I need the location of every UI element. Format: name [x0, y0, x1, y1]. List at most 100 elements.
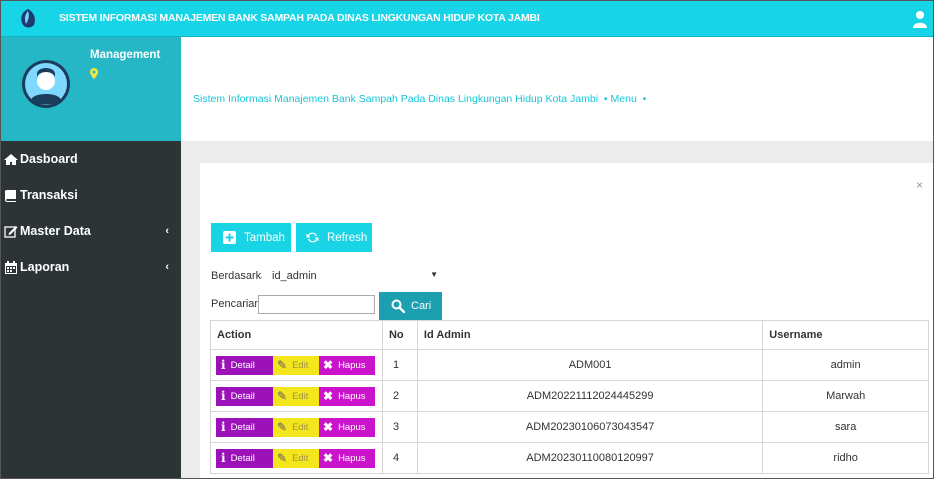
- sidebar-item-label: Master Data: [20, 224, 91, 238]
- plus-square-icon: [223, 231, 236, 244]
- edit-button[interactable]: ✎ Edit: [273, 448, 319, 468]
- search-button-label: Cari: [411, 300, 432, 312]
- edit-icon: ✎: [277, 420, 288, 434]
- profile-name: Management: [90, 49, 161, 61]
- chevron-left-icon: ‹: [165, 261, 169, 273]
- edit-button-label: Edit: [292, 390, 309, 402]
- delete-button-label: Hapus: [338, 421, 366, 433]
- refresh-button-label: Refresh: [327, 231, 368, 244]
- delete-button[interactable]: ✖ Hapus: [319, 355, 375, 375]
- close-icon[interactable]: ×: [916, 178, 923, 192]
- delete-button-label: Hapus: [338, 359, 366, 371]
- column-header-no: No: [381, 320, 418, 350]
- id-admin-cell: ADM20221112024445299: [416, 380, 764, 412]
- id-admin-cell: ADM001: [416, 349, 764, 381]
- search-icon: [391, 299, 405, 313]
- breadcrumb-home[interactable]: Sistem Informasi Manajemen Bank Sampah P…: [193, 93, 598, 105]
- sidebar-item-laporan[interactable]: Laporan ‹: [1, 249, 181, 285]
- chevron-down-icon: ▼: [430, 270, 438, 279]
- edit-button[interactable]: ✎ Edit: [273, 417, 319, 437]
- edit-button-label: Edit: [292, 452, 309, 464]
- home-icon: [4, 153, 18, 165]
- user-icon[interactable]: [913, 10, 927, 28]
- edit-icon: ✎: [277, 389, 288, 403]
- edit-button-label: Edit: [292, 359, 309, 371]
- detail-button[interactable]: i Detail: [216, 355, 273, 375]
- edit-button-label: Edit: [292, 421, 309, 433]
- refresh-icon: [306, 232, 319, 243]
- sidebar-item-label: Laporan: [20, 260, 70, 274]
- close-icon: ✖: [323, 451, 334, 465]
- username-cell: ridho: [762, 442, 929, 474]
- add-button[interactable]: Tambah: [211, 223, 291, 252]
- close-icon: ✖: [323, 420, 334, 434]
- avatar: [22, 60, 70, 108]
- sidebar-item-label: Transaksi: [20, 188, 78, 202]
- book-icon: [5, 189, 16, 202]
- id-admin-cell: ADM20230106073043547: [416, 411, 764, 443]
- delete-button[interactable]: ✖ Hapus: [319, 448, 375, 468]
- admin-table: Action No Id Admin Username i Detail ✎ Edit…: [210, 320, 929, 474]
- username-cell: Marwah: [762, 380, 929, 412]
- info-icon: i: [221, 420, 226, 434]
- edit-icon: ✎: [277, 358, 288, 372]
- column-header-action: Action: [210, 320, 383, 350]
- chevron-left-icon: ‹: [165, 225, 169, 237]
- detail-button[interactable]: i Detail: [216, 417, 273, 437]
- detail-button-label: Detail: [230, 359, 255, 371]
- search-button[interactable]: Cari: [379, 292, 442, 320]
- edit-button[interactable]: ✎ Edit: [273, 386, 319, 406]
- breadcrumb-menu[interactable]: Menu: [611, 93, 637, 105]
- sidebar-item-dasboard[interactable]: Dasboard: [1, 141, 181, 177]
- username-cell: sara: [762, 411, 929, 443]
- info-icon: i: [221, 389, 226, 403]
- sidebar: Management Dasboard Transaksi Master Dat…: [1, 37, 181, 478]
- edit-button[interactable]: ✎ Edit: [273, 355, 319, 375]
- map-pin-icon: [90, 68, 98, 79]
- column-header-id-admin: Id Admin: [416, 320, 764, 350]
- admin-panel: × Tambah Refresh Berdasarkan: id_admin ▼…: [200, 163, 933, 478]
- id-admin-cell: ADM20230110080120997: [416, 442, 764, 474]
- table-header-row: Action No Id Admin Username: [210, 320, 929, 350]
- top-bar: SISTEM INFORMASI MANAJEMEN BANK SAMPAH P…: [1, 1, 933, 37]
- row-number: 4: [381, 442, 418, 474]
- edit-icon: [4, 225, 18, 238]
- detail-button-label: Detail: [230, 452, 255, 464]
- row-number: 2: [381, 380, 418, 412]
- delete-button[interactable]: ✖ Hapus: [319, 386, 375, 406]
- add-button-label: Tambah: [244, 231, 285, 244]
- action-cell: i Detail ✎ Edit ✖ Hapus: [210, 380, 383, 412]
- column-header-username: Username: [762, 320, 929, 350]
- breadcrumb: Sistem Informasi Manajemen Bank Sampah P…: [193, 93, 646, 105]
- filter-select-value: id_admin: [272, 270, 317, 282]
- sidebar-item-label: Dasboard: [20, 152, 78, 166]
- content-header: Sistem Informasi Manajemen Bank Sampah P…: [181, 37, 933, 141]
- refresh-button[interactable]: Refresh: [296, 223, 372, 252]
- table-row: i Detail ✎ Edit ✖ Hapus 3 ADM2023010607304354…: [210, 411, 929, 443]
- profile-panel: Management: [1, 37, 181, 141]
- action-cell: i Detail ✎ Edit ✖ Hapus: [210, 349, 383, 381]
- app-logo-icon: [21, 9, 35, 28]
- detail-button-label: Detail: [230, 421, 255, 433]
- calendar-icon: [5, 260, 17, 274]
- sidebar-item-master-data[interactable]: Master Data ‹: [1, 213, 181, 249]
- search-input[interactable]: [258, 295, 375, 314]
- breadcrumb-separator: •: [642, 93, 647, 105]
- info-icon: i: [221, 451, 226, 465]
- row-number: 1: [381, 349, 418, 381]
- filter-select[interactable]: id_admin ▼: [262, 265, 442, 287]
- action-cell: i Detail ✎ Edit ✖ Hapus: [210, 442, 383, 474]
- info-icon: i: [221, 358, 226, 372]
- detail-button[interactable]: i Detail: [216, 448, 273, 468]
- table-row: i Detail ✎ Edit ✖ Hapus 2 ADM2022111202444529…: [210, 380, 929, 412]
- row-number: 3: [381, 411, 418, 443]
- app-title: SISTEM INFORMASI MANAJEMEN BANK SAMPAH P…: [59, 12, 540, 24]
- detail-button-label: Detail: [230, 390, 255, 402]
- table-row: i Detail ✎ Edit ✖ Hapus 4 ADM2023011008012099…: [210, 442, 929, 474]
- username-cell: admin: [762, 349, 929, 381]
- detail-button[interactable]: i Detail: [216, 386, 273, 406]
- search-label: Pencarian: [211, 298, 261, 310]
- delete-button-label: Hapus: [338, 390, 366, 402]
- sidebar-item-transaksi[interactable]: Transaksi: [1, 177, 181, 213]
- delete-button[interactable]: ✖ Hapus: [319, 417, 375, 437]
